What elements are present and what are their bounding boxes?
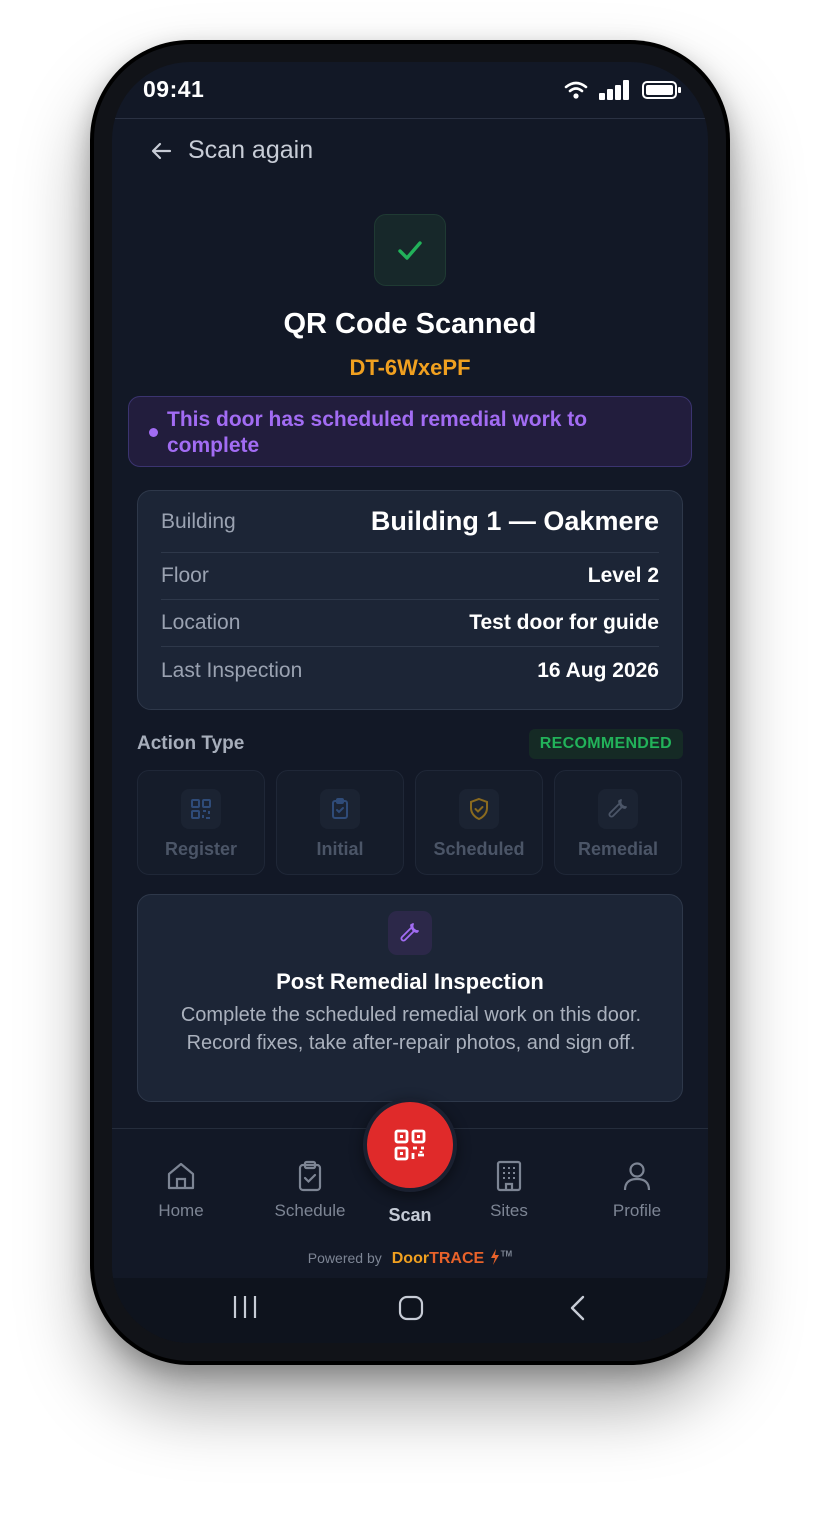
detail-label: Building xyxy=(161,509,236,533)
recent-apps-button[interactable] xyxy=(232,1294,258,1325)
action-type-title: Action Type xyxy=(137,733,245,754)
nav-label: Schedule xyxy=(274,1201,346,1220)
brand-logo: DoorTRACE TM xyxy=(392,1248,512,1268)
back-button[interactable]: Scan again xyxy=(150,136,313,165)
powered-by: Powered by DoorTRACE TM xyxy=(112,1248,708,1268)
clipboard-icon xyxy=(332,798,348,819)
trademark: TM xyxy=(500,1249,513,1259)
action-register[interactable]: Register xyxy=(137,770,265,875)
door-code: DT-6WxePF xyxy=(349,355,471,380)
action-label: Remedial xyxy=(577,839,659,859)
action-icon-box xyxy=(459,789,499,829)
wrench-icon xyxy=(608,799,627,818)
detail-value: Test door for guide xyxy=(469,611,659,634)
user-icon xyxy=(623,1162,651,1191)
app-screen: 09:41 Scan again QR Code Scanned DT-6Wxe… xyxy=(112,62,708,1343)
action-type-header: Action Type RECOMMENDED xyxy=(137,729,683,759)
detail-value: 16 Aug 2026 xyxy=(537,658,659,682)
detail-label: Last Inspection xyxy=(161,658,303,682)
action-icon-box xyxy=(181,789,221,829)
nav-sites[interactable]: Sites xyxy=(454,1159,564,1221)
recommended-badge: RECOMMENDED xyxy=(528,729,683,759)
wrench-icon xyxy=(400,923,419,942)
action-label: Register xyxy=(164,839,238,859)
detail-row-location: Location Test door for guide xyxy=(161,600,659,647)
battery-icon xyxy=(642,81,681,99)
detail-label: Location xyxy=(161,611,241,634)
nav-home[interactable]: Home xyxy=(126,1159,236,1221)
action-type-grid: Register Initial Scheduled Remedial xyxy=(137,770,683,875)
chevron-left-icon xyxy=(570,1295,585,1321)
nav-label: Profile xyxy=(612,1201,662,1220)
status-icons xyxy=(564,80,682,100)
notice-text: This door has scheduled remedial work to… xyxy=(167,408,588,457)
qr-icon xyxy=(394,1129,426,1161)
back-label: Scan again xyxy=(188,136,314,164)
nav-label: Home xyxy=(158,1201,204,1220)
shield-icon xyxy=(470,797,488,821)
powered-by-label: Powered by xyxy=(307,1250,382,1266)
recent-apps-icon xyxy=(233,1296,257,1318)
door-details-card: Building Building 1 — Oakmere Floor Leve… xyxy=(137,490,683,710)
success-badge xyxy=(374,214,446,286)
selected-action-icon-box xyxy=(388,911,432,955)
detail-row-building: Building Building 1 — Oakmere xyxy=(161,491,659,553)
nav-profile[interactable]: Profile xyxy=(582,1159,692,1221)
home-system-button[interactable] xyxy=(397,1294,425,1327)
action-initial[interactable]: Initial xyxy=(276,770,404,875)
wifi-icon xyxy=(564,81,588,99)
action-remedial[interactable]: Remedial xyxy=(554,770,682,875)
home-icon xyxy=(167,1162,195,1190)
detail-value: Building 1 — Oakmere xyxy=(370,506,659,536)
flame-icon xyxy=(490,1249,499,1265)
status-bar: 09:41 xyxy=(112,62,708,118)
nav-schedule[interactable]: Schedule xyxy=(255,1159,365,1221)
arrow-left-icon xyxy=(151,142,172,159)
status-time: 09:41 xyxy=(143,76,205,102)
selected-action-description: Complete the scheduled remedial work on … xyxy=(180,1004,642,1054)
checkmark-icon xyxy=(398,241,422,260)
action-icon-box xyxy=(320,789,360,829)
notice-dot xyxy=(149,428,158,437)
clipboard-icon xyxy=(298,1160,322,1192)
detail-value: Level 2 xyxy=(587,564,659,587)
scan-label: Scan xyxy=(388,1205,432,1225)
brand-word-trace: TRACE xyxy=(429,1250,485,1267)
action-scheduled[interactable]: Scheduled xyxy=(415,770,543,875)
selected-action-card: Post Remedial Inspection Complete the sc… xyxy=(137,894,683,1102)
nav-label: Sites xyxy=(490,1201,528,1220)
detail-row-floor: Floor Level 2 xyxy=(161,553,659,600)
qr-icon xyxy=(191,799,211,819)
page-title: QR Code Scanned xyxy=(283,308,537,340)
detail-row-last-inspection: Last Inspection 16 Aug 2026 xyxy=(161,647,659,694)
remedial-notice: This door has scheduled remedial work to… xyxy=(128,396,692,467)
selected-action-title: Post Remedial Inspection xyxy=(276,969,544,994)
brand-word-door: Door xyxy=(391,1250,430,1267)
action-label: Scheduled xyxy=(433,839,525,859)
building-icon xyxy=(496,1160,522,1192)
action-icon-box xyxy=(598,789,638,829)
scan-button[interactable] xyxy=(363,1098,457,1192)
signal-icon xyxy=(599,80,629,100)
back-system-button[interactable] xyxy=(567,1294,589,1327)
status-divider xyxy=(112,118,708,119)
home-square-icon xyxy=(398,1295,424,1321)
system-nav-bar xyxy=(112,1278,708,1343)
detail-label: Floor xyxy=(161,564,209,587)
action-label: Initial xyxy=(316,839,364,859)
